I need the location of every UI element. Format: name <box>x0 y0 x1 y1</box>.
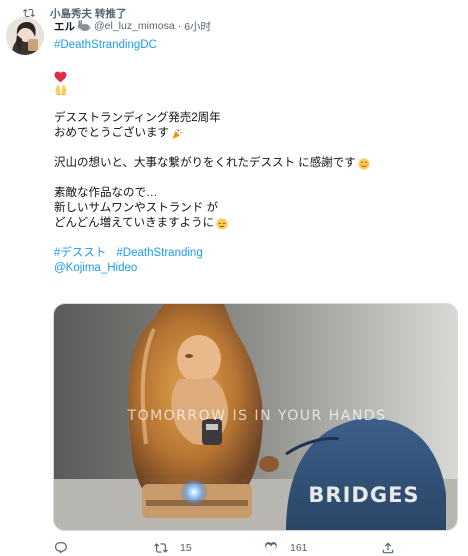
hashtag-deathstranding[interactable]: #DeathStranding <box>116 246 202 261</box>
separator-dot: · <box>177 20 182 32</box>
tweet-action-bar: 15 161 <box>54 540 454 556</box>
tweet-text: #DeathStrandingDC デスストランディング発売2周年 おめでとうご… <box>54 38 454 276</box>
text-line-3: 沢山の想いと、大事な繋がりをくれたデススト に感謝です <box>54 157 356 169</box>
red-heart-emoji <box>54 71 67 82</box>
text-line-2: おめでとうございます <box>54 127 169 139</box>
display-name[interactable]: エル <box>54 19 75 34</box>
user-handle[interactable]: @el_luz_mimosa <box>94 20 175 32</box>
text-line-4: 素敵な作品なので… <box>54 187 158 199</box>
rabbit-emoji <box>77 20 92 31</box>
avatar[interactable] <box>6 17 44 55</box>
hashtag-desusuto[interactable]: #デススト <box>54 246 106 261</box>
timestamp[interactable]: 6小时 <box>184 19 211 34</box>
tweet-media-image[interactable]: BRIDGES TOMORROW IS IN YOUR HANDS <box>53 303 458 531</box>
hashtag-deathstrandingdc[interactable]: #DeathStrandingDC <box>54 38 157 53</box>
text-line-5: 新しいサムワンやストランド が <box>54 202 218 214</box>
relieved-face-emoji <box>216 218 228 229</box>
like-button[interactable]: 161 <box>264 541 308 555</box>
share-icon <box>382 542 394 554</box>
reply-button[interactable] <box>54 541 80 555</box>
retweet-count: 15 <box>180 542 192 554</box>
raising-hands-emoji <box>55 84 67 95</box>
bridge-baby-pod-image: BRIDGES TOMORROW IS IN YOUR HANDS <box>54 304 457 530</box>
smiling-blush-emoji <box>358 158 370 169</box>
heart-icon <box>265 542 277 554</box>
retweet-icon <box>154 543 168 553</box>
share-button[interactable] <box>381 541 395 555</box>
cap-logo-text: BRIDGES <box>308 483 419 507</box>
text-line-1: デスストランディング発売2周年 <box>54 112 221 124</box>
media-caption: TOMORROW IS IN YOUR HANDS <box>127 408 387 424</box>
avatar-image <box>6 17 44 55</box>
reply-icon <box>55 542 67 554</box>
mention-kojima-hideo[interactable]: @Kojima_Hideo <box>54 261 137 276</box>
retweet-button[interactable]: 15 <box>154 541 192 555</box>
party-popper-emoji <box>172 128 182 139</box>
like-count: 161 <box>290 542 308 554</box>
text-line-6: どんどん増えていきますように <box>54 217 215 229</box>
tweet-header: エル @el_luz_mimosa · 6小时 <box>54 17 211 35</box>
